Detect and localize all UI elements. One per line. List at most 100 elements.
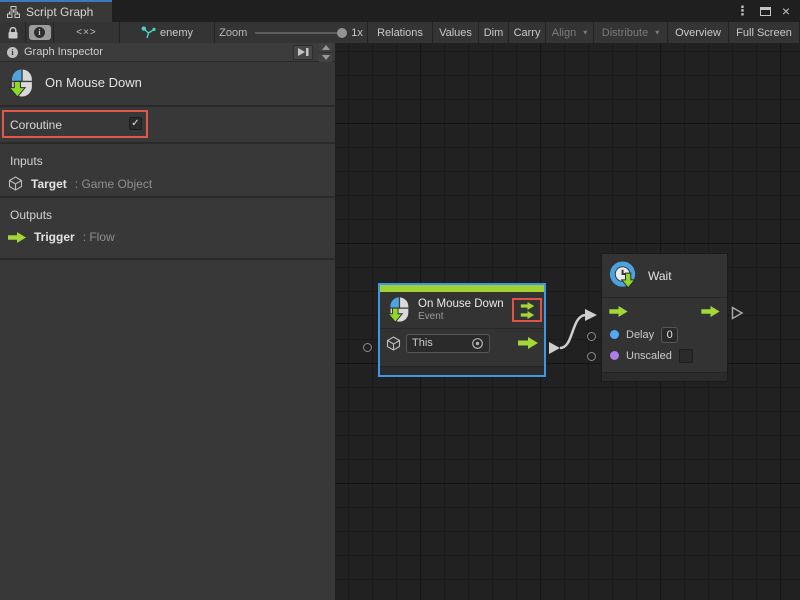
- node-on-mouse-down[interactable]: On Mouse Down Event This: [378, 283, 546, 377]
- inspected-node-section: On Mouse Down: [0, 62, 335, 107]
- tab-script-graph[interactable]: Script Graph: [0, 0, 112, 22]
- scroll-down-button[interactable]: [319, 52, 332, 62]
- align-label: Align: [552, 27, 576, 39]
- code-preview-button[interactable]: <×>: [54, 22, 120, 43]
- zoom-slider-handle[interactable]: [337, 28, 347, 38]
- node-footer: [602, 372, 727, 381]
- target-value-field[interactable]: This: [406, 334, 490, 353]
- dock-right-icon: [296, 46, 310, 58]
- flow-wire[interactable]: [540, 301, 605, 361]
- panel-scroll-arrows: [319, 43, 332, 62]
- delay-value-field[interactable]: 0: [661, 327, 678, 343]
- carry-button[interactable]: Carry: [509, 22, 546, 43]
- event-accent-bar: [380, 285, 544, 292]
- tab-bar: Script Graph ⋮ ×: [0, 0, 800, 22]
- coroutine-indicator-highlight: [512, 298, 542, 322]
- delay-row: Delay 0: [602, 324, 727, 345]
- unscaled-label: Unscaled: [626, 350, 672, 362]
- event-node-body: This: [380, 328, 544, 357]
- inspector-toggle-active: i: [29, 25, 51, 40]
- distribute-label: Distribute: [602, 27, 648, 39]
- wait-node-header: Wait: [602, 254, 727, 298]
- inspector-header: i Graph Inspector: [0, 43, 335, 62]
- align-dropdown-icon: ▾: [583, 28, 587, 37]
- node-wait[interactable]: Wait Delay 0 Unscaled: [601, 253, 728, 382]
- zoom-label: Zoom: [219, 27, 247, 39]
- relations-button[interactable]: Relations: [368, 22, 433, 43]
- zoom-slider-track: [255, 32, 347, 34]
- event-target-port[interactable]: [363, 343, 372, 352]
- inspector-title: Graph Inspector: [24, 46, 103, 58]
- values-button[interactable]: Values: [433, 22, 479, 43]
- cube-icon: [8, 176, 23, 191]
- flow-arrow-icon: [8, 232, 26, 243]
- object-picker-icon[interactable]: [471, 337, 484, 350]
- inputs-section: Inputs Target : Game Object: [0, 144, 335, 198]
- on-mouse-down-icon: [386, 296, 412, 324]
- inputs-header: Inputs: [10, 154, 43, 168]
- graph-icon: [7, 6, 20, 18]
- zoom-control: Zoom 1x: [215, 22, 368, 43]
- dim-button[interactable]: Dim: [479, 22, 509, 43]
- maximize-icon[interactable]: [760, 7, 771, 16]
- graph-inspector-panel: i Graph Inspector: [0, 43, 335, 600]
- wait-flow-row: [602, 298, 727, 324]
- distribute-button[interactable]: Distribute ▾: [594, 22, 668, 43]
- delay-label: Delay: [626, 329, 654, 341]
- flow-input-port[interactable]: [609, 306, 628, 317]
- node-title: Wait: [648, 269, 672, 283]
- close-icon[interactable]: ×: [782, 4, 790, 18]
- flow-continuation-triangle[interactable]: [731, 306, 744, 320]
- input-type: : Game Object: [75, 177, 152, 191]
- trigger-output-port[interactable]: [518, 337, 538, 349]
- scroll-up-button[interactable]: [319, 43, 332, 52]
- wait-clock-icon: [609, 260, 640, 292]
- overview-button[interactable]: Overview: [668, 22, 729, 43]
- on-mouse-down-icon: [8, 67, 35, 105]
- event-node-header: On Mouse Down Event: [380, 292, 544, 328]
- code-icon: <×>: [76, 27, 97, 38]
- zoom-slider[interactable]: [255, 28, 347, 38]
- node-titles: On Mouse Down Event: [418, 298, 504, 323]
- output-row-trigger: Trigger : Flow: [8, 230, 115, 244]
- triangle-up-icon: [322, 45, 330, 50]
- unscaled-row: Unscaled: [602, 345, 727, 366]
- coroutine-label: Coroutine: [10, 118, 62, 132]
- cube-icon: [386, 336, 401, 351]
- graph-toolbar: i <×> enemy Zoom 1x Relations Values Dim…: [0, 22, 800, 43]
- node-subtitle: Event: [418, 311, 504, 323]
- outputs-header: Outputs: [10, 208, 52, 222]
- graph-breadcrumb[interactable]: enemy: [120, 22, 215, 43]
- lock-button[interactable]: [0, 22, 26, 43]
- delay-port-dot: [610, 330, 619, 339]
- dock-panel-button[interactable]: [293, 45, 313, 60]
- triangle-down-icon: [322, 55, 330, 60]
- align-button[interactable]: Align ▾: [546, 22, 594, 43]
- unscaled-port-dot: [610, 351, 619, 360]
- coroutine-arrow-icon: [520, 302, 535, 310]
- distribute-dropdown-icon: ▾: [655, 28, 659, 37]
- window-controls: ⋮ ×: [736, 0, 800, 22]
- graph-asset-icon: [141, 26, 156, 39]
- unscaled-checkbox[interactable]: [679, 349, 693, 363]
- coroutine-setting-row: Coroutine ✓: [0, 107, 335, 144]
- graph-canvas[interactable]: On Mouse Down Event This: [335, 43, 800, 600]
- graph-name: enemy: [160, 27, 193, 39]
- node-title: On Mouse Down: [418, 298, 504, 311]
- info-icon: i: [34, 27, 45, 38]
- node-footer: [380, 366, 544, 375]
- flow-output-port[interactable]: [701, 306, 720, 317]
- fullscreen-button[interactable]: Full Screen: [729, 22, 800, 43]
- script-graph-window: Script Graph ⋮ × i <×>: [0, 0, 800, 600]
- tab-title: Script Graph: [26, 5, 93, 19]
- inspector-toggle-button[interactable]: i: [26, 22, 54, 43]
- zoom-value: 1x: [351, 27, 363, 39]
- input-name: Target: [31, 177, 67, 191]
- lock-icon: [7, 26, 19, 40]
- coroutine-arrow-icon: [520, 311, 535, 319]
- window-menu-icon[interactable]: ⋮: [736, 3, 749, 19]
- input-row-target: Target : Game Object: [8, 176, 152, 191]
- coroutine-checkbox[interactable]: ✓: [129, 117, 142, 130]
- target-value: This: [412, 337, 433, 349]
- info-icon: i: [7, 47, 18, 58]
